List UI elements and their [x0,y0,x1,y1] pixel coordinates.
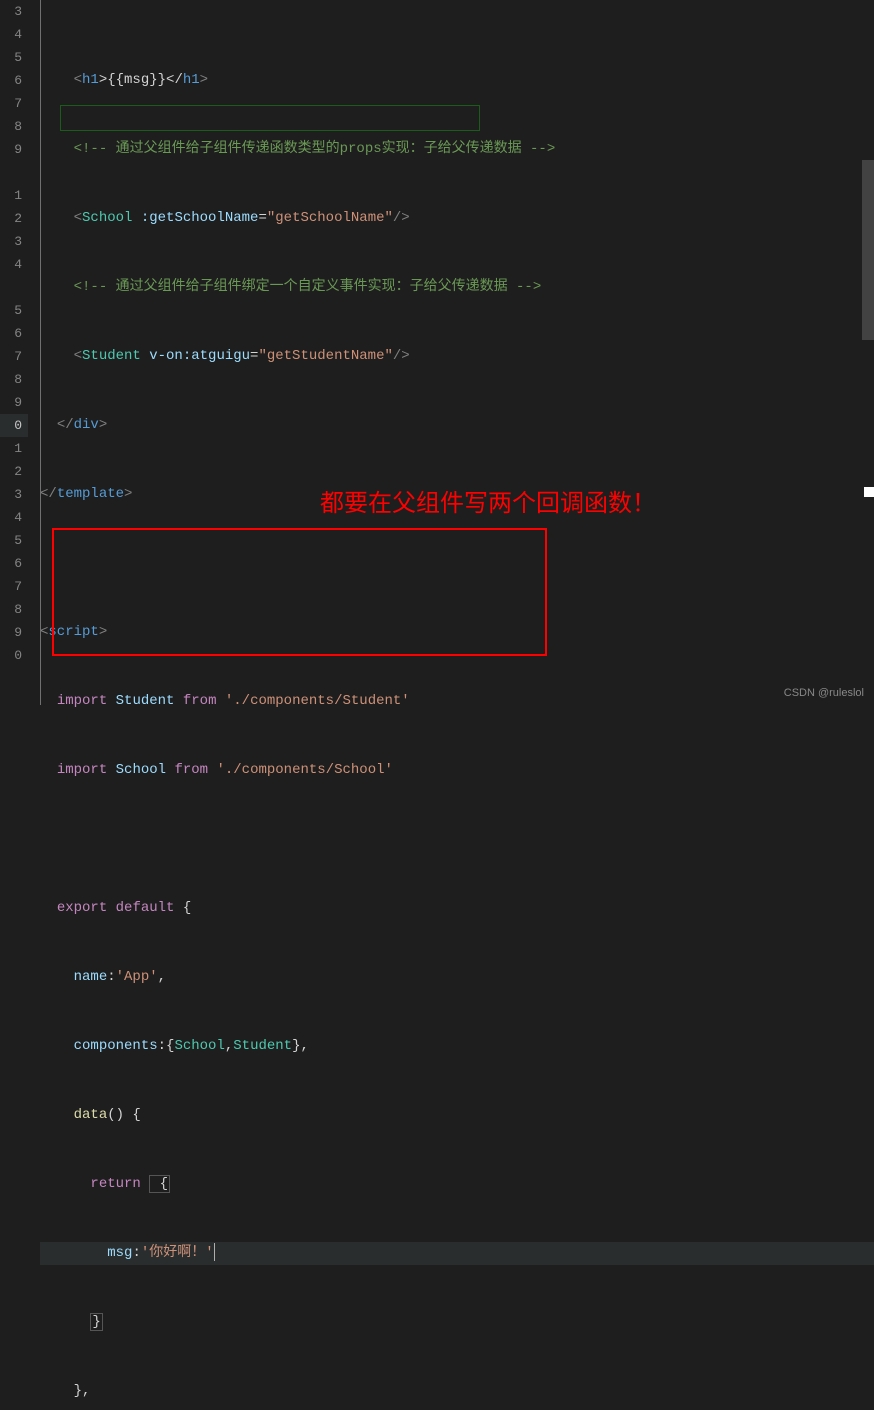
scrollbar-thumb[interactable] [862,160,874,340]
code-line[interactable]: export default { [40,897,874,920]
code-line[interactable]: }, [40,1380,874,1403]
code-line[interactable]: <h1>{{msg}}</h1> [40,69,874,92]
line-number: 4 [0,253,28,276]
code-line[interactable]: <script> [40,621,874,644]
code-editor[interactable]: 3 4 5 6 7 8 9 1 2 3 4 5 6 7 8 9 0 1 2 3 … [0,0,874,705]
line-number [0,276,28,299]
line-number: 7 [0,92,28,115]
line-number: 3 [0,483,28,506]
code-line[interactable]: <!-- 通过父组件给子组件绑定一个自定义事件实现：子给父传递数据 --> [40,276,874,299]
line-number: 5 [0,46,28,69]
code-line[interactable]: return { [40,1173,874,1196]
line-number: 2 [0,207,28,230]
line-number: 3 [0,0,28,23]
line-number: 1 [0,184,28,207]
line-number: 2 [0,460,28,483]
code-line[interactable]: import School from './components/School' [40,759,874,782]
line-number: 1 [0,437,28,460]
text-cursor [214,1243,215,1261]
line-number: 6 [0,322,28,345]
code-line[interactable]: </div> [40,414,874,437]
line-number: 4 [0,506,28,529]
line-number: 8 [0,368,28,391]
code-line[interactable]: name:'App', [40,966,874,989]
code-line[interactable] [40,828,874,851]
line-number: 5 [0,299,28,322]
line-number: 6 [0,69,28,92]
line-number: 3 [0,230,28,253]
line-number: 9 [0,138,28,161]
line-number: 6 [0,552,28,575]
line-number: 9 [0,391,28,414]
line-number: 7 [0,575,28,598]
code-line[interactable]: } [40,1311,874,1334]
code-line[interactable]: <School :getSchoolName="getSchoolName"/> [40,207,874,230]
line-number: 8 [0,598,28,621]
watermark: CSDN @ruleslol [784,687,864,699]
line-number: 0 [0,644,28,667]
line-number-gutter: 3 4 5 6 7 8 9 1 2 3 4 5 6 7 8 9 0 1 2 3 … [0,0,28,705]
line-number: 4 [0,23,28,46]
code-line-current[interactable]: msg:'你好啊！' [40,1242,874,1265]
line-number: 7 [0,345,28,368]
line-number: 5 [0,529,28,552]
code-line[interactable]: components:{School,Student}, [40,1035,874,1058]
line-number: 8 [0,115,28,138]
code-line[interactable]: data() { [40,1104,874,1127]
code-area[interactable]: <h1>{{msg}}</h1> <!-- 通过父组件给子组件传递函数类型的pr… [28,0,874,705]
line-number-current: 0 [0,414,28,437]
code-line[interactable] [40,552,874,575]
line-number: 9 [0,621,28,644]
minimap-marker [864,487,874,497]
line-number [0,161,28,184]
code-line[interactable]: import Student from './components/Studen… [40,690,874,713]
code-line[interactable]: <!-- 通过父组件给子组件传递函数类型的props实现：子给父传递数据 --> [40,138,874,161]
code-line[interactable]: <Student v-on:atguigu="getStudentName"/> [40,345,874,368]
code-line[interactable]: </template> [40,483,874,506]
